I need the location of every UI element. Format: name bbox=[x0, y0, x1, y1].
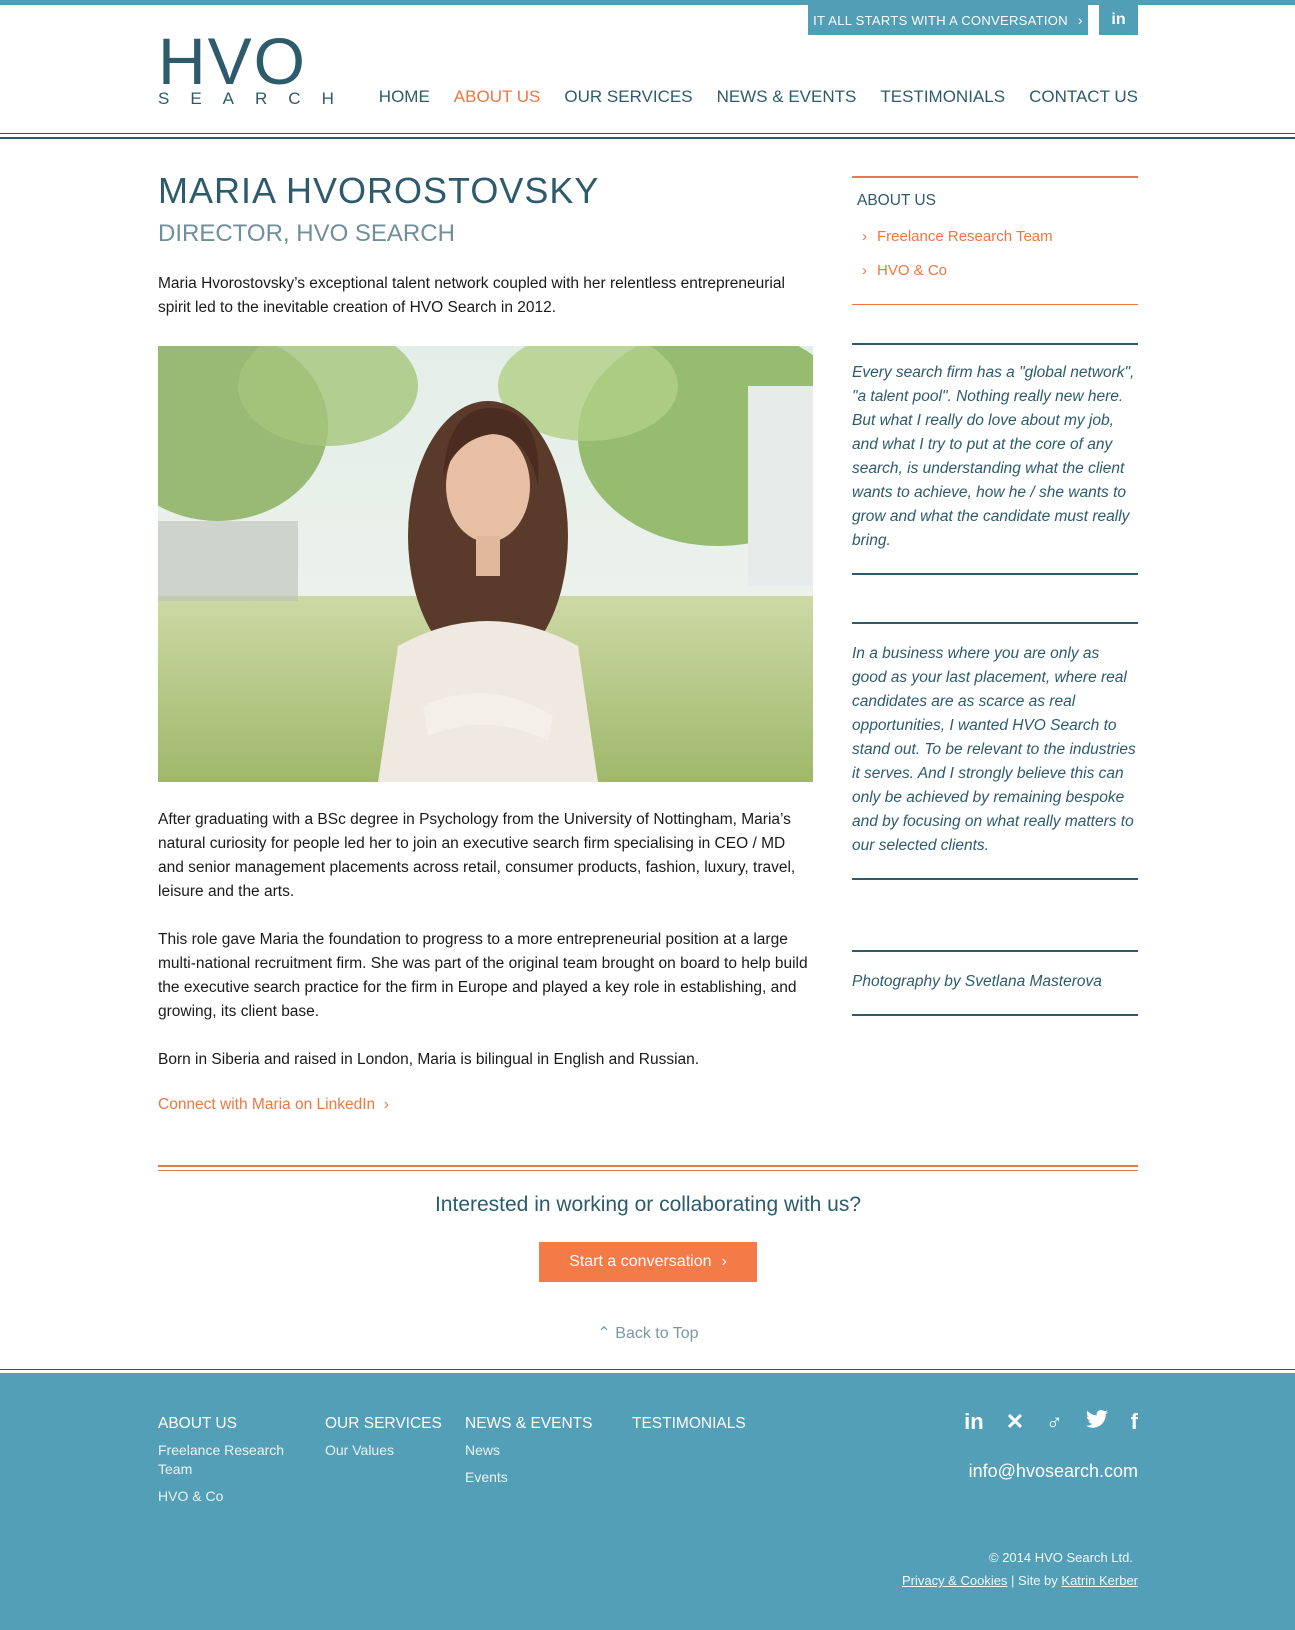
header-divider-bottom bbox=[0, 137, 1295, 139]
footer-link-freelance[interactable]: Freelance Research Team bbox=[158, 1441, 298, 1479]
start-conversation-button[interactable]: Start a conversation › bbox=[539, 1242, 757, 1282]
linkedin-profile-link[interactable]: Connect with Maria on LinkedIn › bbox=[158, 1096, 813, 1114]
footer-col-services: OUR SERVICES Our Values bbox=[325, 1415, 442, 1468]
logo-sub-text: SEARCH bbox=[158, 89, 355, 108]
bio-body: After graduating with a BSc degree in Ps… bbox=[158, 808, 813, 1114]
sidebar-item-hvo-co[interactable]: › HVO & Co bbox=[852, 254, 1138, 288]
bio-paragraph-1: After graduating with a BSc degree in Ps… bbox=[158, 811, 796, 900]
nav-contact-us[interactable]: CONTACT US bbox=[1029, 87, 1138, 107]
nav-testimonials[interactable]: TESTIMONIALS bbox=[880, 87, 1005, 107]
profile-main: MARIA HVOROSTOVSKY DIRECTOR, HVO SEARCH … bbox=[158, 170, 813, 320]
footer-link-our-values[interactable]: Our Values bbox=[325, 1441, 442, 1460]
footer-col-testimonials: TESTIMONIALS bbox=[632, 1415, 746, 1441]
footer-link-events[interactable]: Events bbox=[465, 1468, 592, 1487]
quote-text: Every search firm has a "global network"… bbox=[852, 364, 1135, 549]
site-footer: ABOUT US Freelance Research Team HVO & C… bbox=[0, 1373, 1295, 1630]
conversation-cta-button[interactable]: IT ALL STARTS WITH A CONVERSATION › bbox=[808, 5, 1088, 35]
intro-paragraph: Maria Hvorostovsky’s exceptional talent … bbox=[158, 275, 785, 316]
back-to-top-label: Back to Top bbox=[615, 1325, 699, 1342]
footer-heading-about[interactable]: ABOUT US bbox=[158, 1415, 298, 1433]
sidebar-item-label: HVO & Co bbox=[877, 262, 948, 279]
contact-cta-section: Interested in working or collaborating w… bbox=[158, 1165, 1138, 1342]
logo-main-text: HVO bbox=[158, 24, 308, 98]
site-logo[interactable]: HVO SEARCH bbox=[158, 24, 355, 110]
footer-col-about: ABOUT US Freelance Research Team HVO & C… bbox=[158, 1415, 298, 1514]
quote-block-2: In a business where you are only as good… bbox=[852, 622, 1138, 880]
sidebar-item-label: Freelance Research Team bbox=[877, 228, 1053, 245]
social-links: in ✕ ♂ f bbox=[964, 1409, 1138, 1437]
chevron-right-icon: › bbox=[721, 1253, 727, 1270]
site-credit-link[interactable]: Katrin Kerber bbox=[1061, 1573, 1138, 1588]
main-nav: HOME ABOUT US OUR SERVICES NEWS & EVENTS… bbox=[379, 87, 1138, 107]
twitter-icon[interactable] bbox=[1085, 1409, 1109, 1437]
portrait-photo bbox=[158, 346, 813, 782]
cta-divider bbox=[158, 1165, 1138, 1171]
quote-text: In a business where you are only as good… bbox=[852, 645, 1136, 854]
chevron-right-icon: › bbox=[1077, 12, 1083, 28]
legal-links: Privacy & Cookies | Site by Katrin Kerbe… bbox=[902, 1573, 1138, 1588]
footer-divider bbox=[0, 1369, 1295, 1370]
bio-paragraph-3: Born in Siberia and raised in London, Ma… bbox=[158, 1051, 700, 1068]
back-to-top-link[interactable]: ⌃ Back to Top bbox=[158, 1323, 1138, 1343]
footer-link-news[interactable]: News bbox=[465, 1441, 592, 1460]
conversation-cta-label: IT ALL STARTS WITH A CONVERSATION bbox=[813, 12, 1068, 28]
nav-about-us[interactable]: ABOUT US bbox=[454, 87, 541, 107]
nav-our-services[interactable]: OUR SERVICES bbox=[564, 87, 692, 107]
linkedin-header-button[interactable]: in bbox=[1099, 5, 1138, 35]
chevron-right-icon: › bbox=[379, 1096, 389, 1113]
start-conversation-label: Start a conversation bbox=[569, 1253, 712, 1270]
bio-paragraph-2: This role gave Maria the foundation to p… bbox=[158, 931, 808, 1020]
sidebar-nav: ABOUT US › Freelance Research Team › HVO… bbox=[852, 176, 1138, 305]
privacy-cookies-link[interactable]: Privacy & Cookies bbox=[902, 1573, 1007, 1588]
quote-block-1: Every search firm has a "global network"… bbox=[852, 343, 1138, 575]
footer-link-hvo-co[interactable]: HVO & Co bbox=[158, 1487, 298, 1506]
header-divider-top bbox=[0, 133, 1295, 134]
photo-credit: Photography by Svetlana Masterova bbox=[852, 973, 1102, 990]
cta-question: Interested in working or collaborating w… bbox=[434, 1193, 862, 1216]
legal-separator: | Site by bbox=[1007, 1573, 1062, 1588]
linkedin-icon[interactable]: in bbox=[964, 1409, 984, 1437]
footer-col-news: NEWS & EVENTS News Events bbox=[465, 1415, 592, 1495]
footer-heading-news[interactable]: NEWS & EVENTS bbox=[465, 1415, 592, 1433]
chevron-right-icon: › bbox=[862, 228, 867, 245]
linkedin-profile-link-label: Connect with Maria on LinkedIn bbox=[158, 1096, 376, 1113]
sidebar-item-freelance-research-team[interactable]: › Freelance Research Team bbox=[852, 220, 1138, 254]
footer-heading-services[interactable]: OUR SERVICES bbox=[325, 1415, 442, 1433]
viadeo-icon[interactable]: ♂ bbox=[1046, 1409, 1063, 1437]
page-subtitle: DIRECTOR, HVO SEARCH bbox=[158, 220, 455, 247]
page-title: MARIA HVOROSTOVSKY bbox=[158, 170, 600, 211]
photo-credit-block: Photography by Svetlana Masterova bbox=[852, 950, 1138, 1016]
sidebar-title[interactable]: ABOUT US bbox=[852, 192, 1138, 210]
linkedin-icon: in bbox=[1111, 11, 1126, 28]
facebook-icon[interactable]: f bbox=[1131, 1409, 1138, 1437]
chevron-up-icon: ⌃ bbox=[597, 1325, 611, 1342]
xing-icon[interactable]: ✕ bbox=[1006, 1409, 1024, 1437]
copyright-text: © 2014 HVO Search Ltd. bbox=[989, 1550, 1133, 1565]
nav-home[interactable]: HOME bbox=[379, 87, 430, 107]
footer-heading-testimonials[interactable]: TESTIMONIALS bbox=[632, 1415, 746, 1433]
nav-news-events[interactable]: NEWS & EVENTS bbox=[717, 87, 857, 107]
contact-email-link[interactable]: info@hvosearch.com bbox=[969, 1461, 1138, 1482]
chevron-right-icon: › bbox=[862, 262, 867, 279]
